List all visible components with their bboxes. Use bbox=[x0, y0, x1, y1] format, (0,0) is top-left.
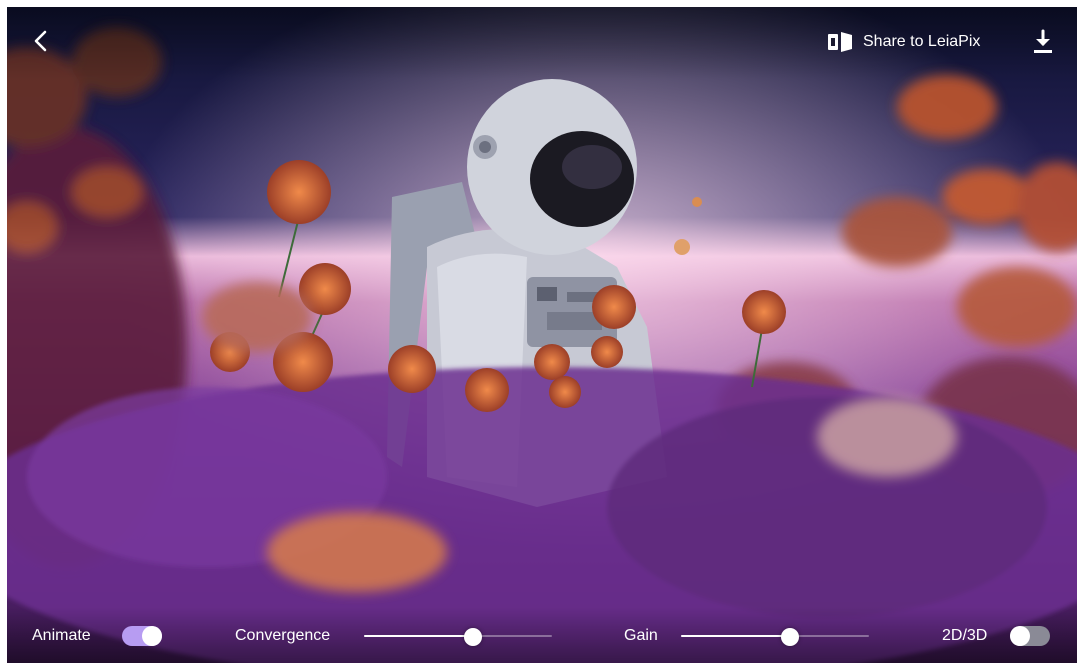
astronaut-flower-field-image bbox=[7, 7, 1077, 663]
chevron-left-icon[interactable] bbox=[29, 29, 53, 53]
animate-toggle[interactable] bbox=[122, 626, 162, 646]
share-label: Share to LeiaPix bbox=[863, 33, 981, 50]
convergence-thumb[interactable] bbox=[464, 628, 483, 646]
2d-3d-label: 2D/3D bbox=[942, 627, 988, 644]
animate-label: Animate bbox=[32, 627, 91, 644]
2d-3d-toggle[interactable] bbox=[1010, 626, 1050, 646]
image-viewer: Share to LeiaPix bbox=[7, 7, 1077, 663]
gain-thumb[interactable] bbox=[781, 628, 800, 646]
gain-slider[interactable] bbox=[681, 628, 869, 646]
gain-fill bbox=[681, 635, 791, 637]
leiapix-icon bbox=[828, 32, 852, 52]
animate-toggle-knob bbox=[142, 626, 162, 646]
gain-label: Gain bbox=[624, 627, 658, 644]
2d-3d-toggle-knob bbox=[1010, 626, 1030, 646]
convergence-label: Convergence bbox=[235, 627, 331, 644]
share-to-leiapix-button[interactable]: Share to LeiaPix bbox=[827, 29, 980, 55]
download-icon[interactable] bbox=[1031, 29, 1055, 55]
convergence-fill bbox=[364, 635, 474, 637]
convergence-slider[interactable] bbox=[364, 628, 552, 646]
